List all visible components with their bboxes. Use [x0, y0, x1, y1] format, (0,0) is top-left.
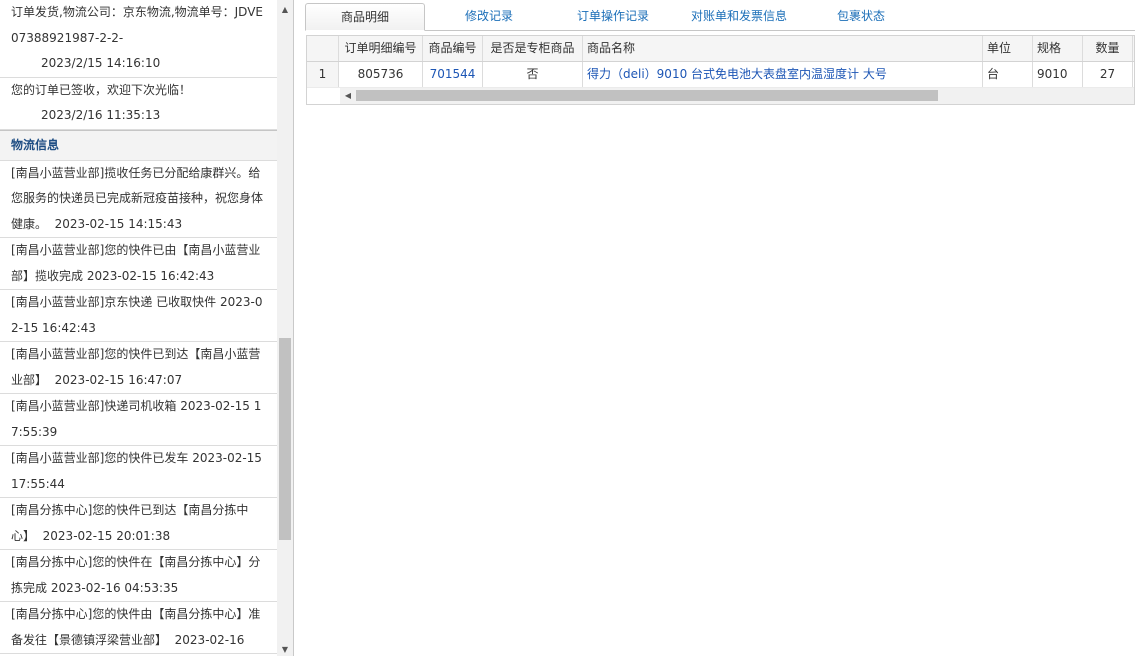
column-header[interactable]: 订单明细编号 — [339, 36, 423, 61]
logistics-entry: [南昌分拣中心]您的快件由【南昌分拣中心】准备发往【景德镇浮梁营业部】 2023… — [0, 602, 277, 654]
tab-order-operation-log[interactable]: 订单操作记录 — [563, 3, 663, 30]
scroll-left-arrow-icon[interactable]: ◀ — [340, 88, 356, 104]
logistics-entry: [南昌小蓝营业部]您的快件已到达【南昌小蓝营业部】 2023-02-15 16:… — [0, 342, 277, 394]
logistics-header: 物流信息 — [0, 129, 277, 161]
logistics-entry: [南昌小蓝营业部]快递司机收箱 2023-02-15 17:55:39 — [0, 394, 277, 446]
order-log-text: 您的订单已签收，欢迎下次光临！ — [11, 82, 192, 97]
left-vertical-scrollbar[interactable]: ▲ ▼ — [277, 0, 293, 656]
order-log-time: 2023/2/15 14:16:10 — [41, 56, 161, 70]
logistics-time: 2023-02-15 16:42:43 — [86, 268, 215, 283]
logistics-entry: [南昌小蓝营业部]您的快件已发车 2023-02-15 17:55:44 — [0, 446, 277, 498]
logistics-time: 2023-02-15 20:01:38 — [42, 528, 171, 543]
product-id-link[interactable]: 701544 — [423, 62, 483, 87]
column-header[interactable]: 数量 — [1083, 36, 1133, 61]
logistics-entry: [南昌分拣中心]您的快件已到达【南昌分拣中心】 2023-02-15 20:01… — [0, 498, 277, 550]
logistics-time: 2023-02-16 — [174, 632, 245, 647]
order-log-entry: 您的订单已签收，欢迎下次光临！ 2023/2/16 11:35:13 — [0, 78, 277, 130]
tab-product-details[interactable]: 商品明细 — [305, 3, 425, 31]
product-name-link[interactable]: 得力（deli）9010 台式免电池大表盘室内温湿度计 大号 — [583, 62, 983, 87]
logistics-entry: [南昌小蓝营业部]揽收任务已分配给康群兴。给您服务的快递员已完成新冠疫苗接种，祝… — [0, 161, 277, 238]
logistics-entry: [南昌小蓝营业部]您的快件已由【南昌小蓝营业部】揽收完成 2023-02-15 … — [0, 238, 277, 290]
order-log-text: 订单发货,物流公司：京东物流,物流单号：JDVE07388921987-2-2- — [11, 5, 263, 45]
logistics-time: 2023-02-15 16:47:07 — [54, 372, 183, 387]
spec-cell: 9010 — [1033, 62, 1083, 87]
tab-modification-log[interactable]: 修改记录 — [445, 3, 533, 30]
detail-tabs: 商品明细 修改记录 订单操作记录 对账单和发票信息 包裹状态 — [305, 3, 1135, 31]
detail-id-cell: 805736 — [339, 62, 423, 87]
logistics-text: [南昌小蓝营业部]快递司机收箱 — [11, 399, 177, 413]
scrollbar-thumb[interactable] — [356, 90, 938, 101]
logistics-time: 2023-02-15 14:15:43 — [54, 216, 183, 231]
logistics-text: [南昌小蓝营业部]京东快递 已收取快件 — [11, 295, 217, 309]
column-header[interactable]: 商品编号 — [423, 36, 483, 61]
grid-header-rownum — [307, 36, 339, 61]
tab-statement-invoice[interactable]: 对账单和发票信息 — [677, 3, 801, 30]
column-header[interactable]: 规格 — [1033, 36, 1083, 61]
table-row[interactable]: 1 805736 701544 否 得力（deli）9010 台式免电池大表盘室… — [307, 62, 1134, 88]
grid-header-row: 订单明细编号 商品编号 是否是专柜商品 商品名称 单位 规格 数量 — [307, 36, 1134, 62]
order-log-time: 2023/2/16 11:35:13 — [41, 108, 161, 122]
scroll-up-arrow-icon[interactable]: ▲ — [277, 2, 293, 18]
scrollbar-thumb[interactable] — [279, 338, 291, 540]
product-detail-grid: 订单明细编号 商品编号 是否是专柜商品 商品名称 单位 规格 数量 1 8057… — [306, 35, 1135, 105]
order-log-scroll-area: 订单发货,物流公司：京东物流,物流单号：JDVE07388921987-2-2-… — [0, 0, 277, 656]
is-counter-cell: 否 — [483, 62, 583, 87]
order-log-panel: 订单发货,物流公司：京东物流,物流单号：JDVE07388921987-2-2-… — [0, 0, 294, 656]
logistics-text: [南昌小蓝营业部]您的快件已发车 — [11, 451, 189, 465]
logistics-time: 2023-02-16 04:53:35 — [50, 580, 179, 595]
order-detail-panel: 商品明细 修改记录 订单操作记录 对账单和发票信息 包裹状态 订单明细编号 商品… — [305, 0, 1135, 656]
row-number: 1 — [307, 62, 339, 87]
column-header[interactable]: 是否是专柜商品 — [483, 36, 583, 61]
grid-horizontal-scrollbar[interactable]: ◀ — [340, 88, 1134, 104]
column-header[interactable]: 商品名称 — [583, 36, 983, 61]
logistics-entry: [南昌分拣中心]您的快件在【南昌分拣中心】分拣完成 2023-02-16 04:… — [0, 550, 277, 602]
logistics-entry: [南昌小蓝营业部]京东快递 已收取快件 2023-02-15 16:42:43 — [0, 290, 277, 342]
tab-package-status[interactable]: 包裹状态 — [827, 3, 895, 30]
column-header[interactable]: 单位 — [983, 36, 1033, 61]
unit-cell: 台 — [983, 62, 1033, 87]
quantity-cell: 27 — [1083, 62, 1133, 87]
order-log-entry: 订单发货,物流公司：京东物流,物流单号：JDVE07388921987-2-2-… — [0, 0, 277, 78]
